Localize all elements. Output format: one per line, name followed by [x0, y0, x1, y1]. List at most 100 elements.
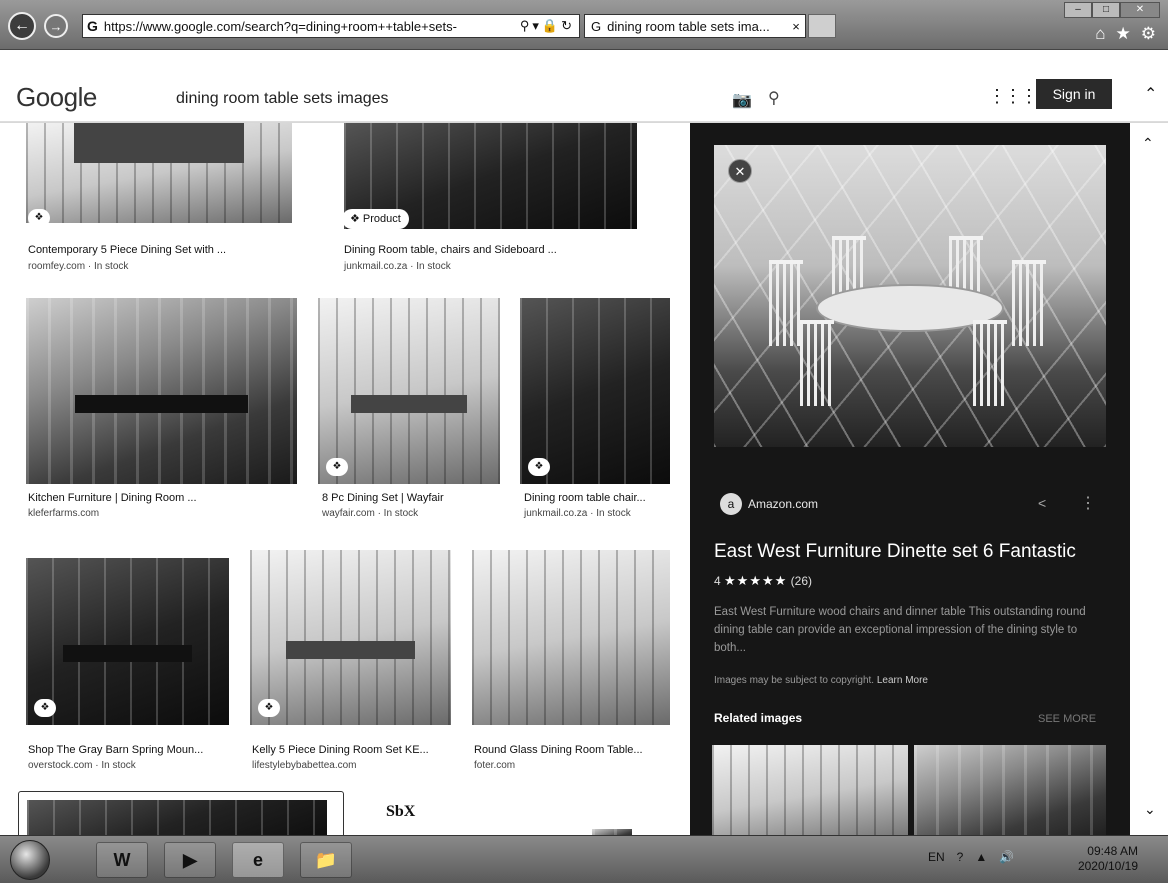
result-thumbnail[interactable]: [27, 800, 327, 835]
sign-in-button[interactable]: Sign in: [1036, 79, 1112, 109]
clock-time: 09:48 AM: [1087, 844, 1138, 858]
tab-title: dining room table sets ima...: [607, 18, 770, 34]
preview-title[interactable]: East West Furniture Dinette set 6 Fantas…: [714, 541, 1076, 563]
see-more-link[interactable]: SEE MORE: [1038, 713, 1096, 725]
result-source[interactable]: overstock.com · In stock: [28, 760, 136, 771]
taskbar: W ▶ e 📁 EN ? ▲ 🔊 09:48 AM 2020/10/19: [0, 835, 1168, 883]
ie-toolbar: ⌂ ★ ⚙: [1095, 24, 1156, 44]
google-header: Google dining room table sets images 📷 ⚲…: [0, 50, 1168, 122]
result-thumbnail[interactable]: ❖: [318, 298, 500, 484]
address-bar[interactable]: G https://www.google.com/search?q=dining…: [82, 14, 580, 38]
clock[interactable]: 09:48 AM 2020/10/19: [1066, 844, 1138, 874]
chair-shape: [800, 320, 835, 407]
result-source[interactable]: roomfey.com · In stock: [28, 261, 128, 272]
preview-description: East West Furniture wood chairs and dinn…: [714, 606, 1086, 654]
product-tag-icon: ❖: [34, 699, 56, 717]
result-title[interactable]: Kelly 5 Piece Dining Room Set KE...: [252, 744, 429, 756]
google-favicon-icon: G: [87, 18, 98, 34]
close-tab-icon[interactable]: ×: [787, 19, 805, 34]
address-tools-icon[interactable]: ⚲▾🔒↻: [516, 18, 579, 34]
rating-count: (26): [790, 574, 812, 588]
result-title[interactable]: Contemporary 5 Piece Dining Set with ...: [28, 244, 226, 256]
result-title[interactable]: Round Glass Dining Room Table...: [474, 744, 643, 756]
product-tag-icon: ❖: [326, 458, 348, 476]
result-thumbnail[interactable]: ❖: [26, 558, 229, 725]
media-player-icon[interactable]: ▶: [164, 842, 216, 878]
internet-explorer-icon[interactable]: e: [232, 842, 284, 878]
share-icon[interactable]: <: [1038, 495, 1046, 511]
result-thumbnail[interactable]: [26, 123, 292, 223]
result-source[interactable]: kleferfarms.com: [28, 508, 99, 519]
image-preview-panel: ✕ a Amazon.com < ⋮ East West Furniture D…: [690, 123, 1130, 835]
close-icon[interactable]: ✕: [728, 159, 752, 183]
result-thumbnail[interactable]: ❖: [520, 298, 670, 484]
preview-image[interactable]: [714, 145, 1106, 447]
chair-shape: [768, 259, 803, 346]
result-title[interactable]: Dining Room table, chairs and Sideboard …: [344, 244, 557, 256]
result-source[interactable]: junkmail.co.za · In stock: [344, 261, 451, 272]
network-icon[interactable]: ▲: [975, 850, 987, 864]
home-icon[interactable]: ⌂: [1095, 24, 1105, 44]
apps-grid-icon[interactable]: ⋮⋮⋮: [988, 86, 1038, 107]
word-taskbar-icon[interactable]: W: [96, 842, 148, 878]
furniture-shape: [286, 641, 415, 659]
product-tag-icon: ❖: [528, 458, 550, 476]
partial-result-label: SbX: [386, 803, 416, 820]
preview-source[interactable]: Amazon.com: [748, 497, 818, 511]
search-icon[interactable]: ⚲: [768, 88, 780, 108]
product-badge-label: Product: [362, 213, 401, 225]
back-arrow-icon[interactable]: ←: [8, 12, 36, 40]
language-indicator[interactable]: EN: [928, 850, 945, 864]
tab-google-search[interactable]: G dining room table sets ima... ×: [584, 14, 806, 38]
product-badge: ❖ Product: [342, 209, 409, 229]
chevron-down-icon[interactable]: ⌄: [1144, 801, 1156, 818]
result-title[interactable]: 8 Pc Dining Set | Wayfair: [322, 492, 444, 504]
chevron-up-icon[interactable]: ⌃: [1142, 135, 1154, 152]
minimize-icon[interactable]: –: [1064, 2, 1092, 18]
google-favicon-icon: G: [591, 18, 602, 34]
clock-date: 2020/10/19: [1077, 859, 1138, 873]
google-logo[interactable]: Google: [16, 82, 97, 113]
browser-chrome: ← → G https://www.google.com/search?q=di…: [0, 0, 1168, 50]
furniture-shape: [73, 123, 245, 163]
result-source[interactable]: lifestylebybabettea.com: [252, 760, 357, 771]
image-results-grid: ❖ Contemporary 5 Piece Dining Set with .…: [0, 123, 690, 835]
result-thumbnail[interactable]: ❖: [250, 550, 451, 725]
result-title[interactable]: Dining room table chair...: [524, 492, 646, 504]
help-icon[interactable]: ?: [957, 850, 964, 864]
chevron-up-icon[interactable]: ⌃: [1144, 84, 1157, 104]
forward-arrow-icon[interactable]: →: [44, 14, 68, 38]
volume-icon[interactable]: 🔊: [999, 850, 1014, 864]
result-source[interactable]: foter.com: [474, 760, 515, 771]
partial-result-card[interactable]: [18, 791, 344, 835]
result-source[interactable]: junkmail.co.za · In stock: [524, 508, 631, 519]
address-text[interactable]: https://www.google.com/search?q=dining+r…: [104, 19, 516, 34]
product-tag-icon: ❖: [28, 209, 50, 227]
product-tag-icon: ❖: [258, 699, 280, 717]
scrollbar[interactable]: ⌃ ⌄: [1130, 123, 1168, 835]
copyright-text: Images may be subject to copyright.: [714, 675, 875, 686]
result-thumbnail[interactable]: [26, 298, 297, 484]
result-title[interactable]: Kitchen Furniture | Dining Room ...: [28, 492, 197, 504]
favorites-star-icon[interactable]: ★: [1116, 24, 1131, 44]
result-source[interactable]: wayfair.com · In stock: [322, 508, 418, 519]
camera-icon[interactable]: 📷: [732, 90, 752, 110]
result-thumbnail[interactable]: [472, 550, 670, 725]
file-explorer-icon[interactable]: 📁: [300, 842, 352, 878]
more-vert-icon[interactable]: ⋮: [1080, 493, 1096, 513]
furniture-shape: [62, 644, 193, 662]
windows-start-icon[interactable]: [10, 840, 50, 880]
amazon-logo-icon[interactable]: a: [720, 493, 742, 515]
new-tab-button[interactable]: [808, 14, 836, 38]
learn-more-link[interactable]: Learn More: [877, 675, 928, 686]
related-image[interactable]: [914, 745, 1106, 835]
search-input[interactable]: dining room table sets images: [176, 90, 389, 108]
window-close-icon[interactable]: ✕: [1120, 2, 1160, 18]
related-image[interactable]: [712, 745, 908, 835]
related-images-heading: Related images: [714, 711, 803, 725]
settings-gear-icon[interactable]: ⚙: [1141, 24, 1156, 44]
preview-rating: 4 ★★★★★ (26): [714, 573, 812, 589]
maximize-icon[interactable]: □: [1092, 2, 1120, 18]
result-title[interactable]: Shop The Gray Barn Spring Moun...: [28, 744, 203, 756]
chair-shape: [972, 320, 1007, 407]
